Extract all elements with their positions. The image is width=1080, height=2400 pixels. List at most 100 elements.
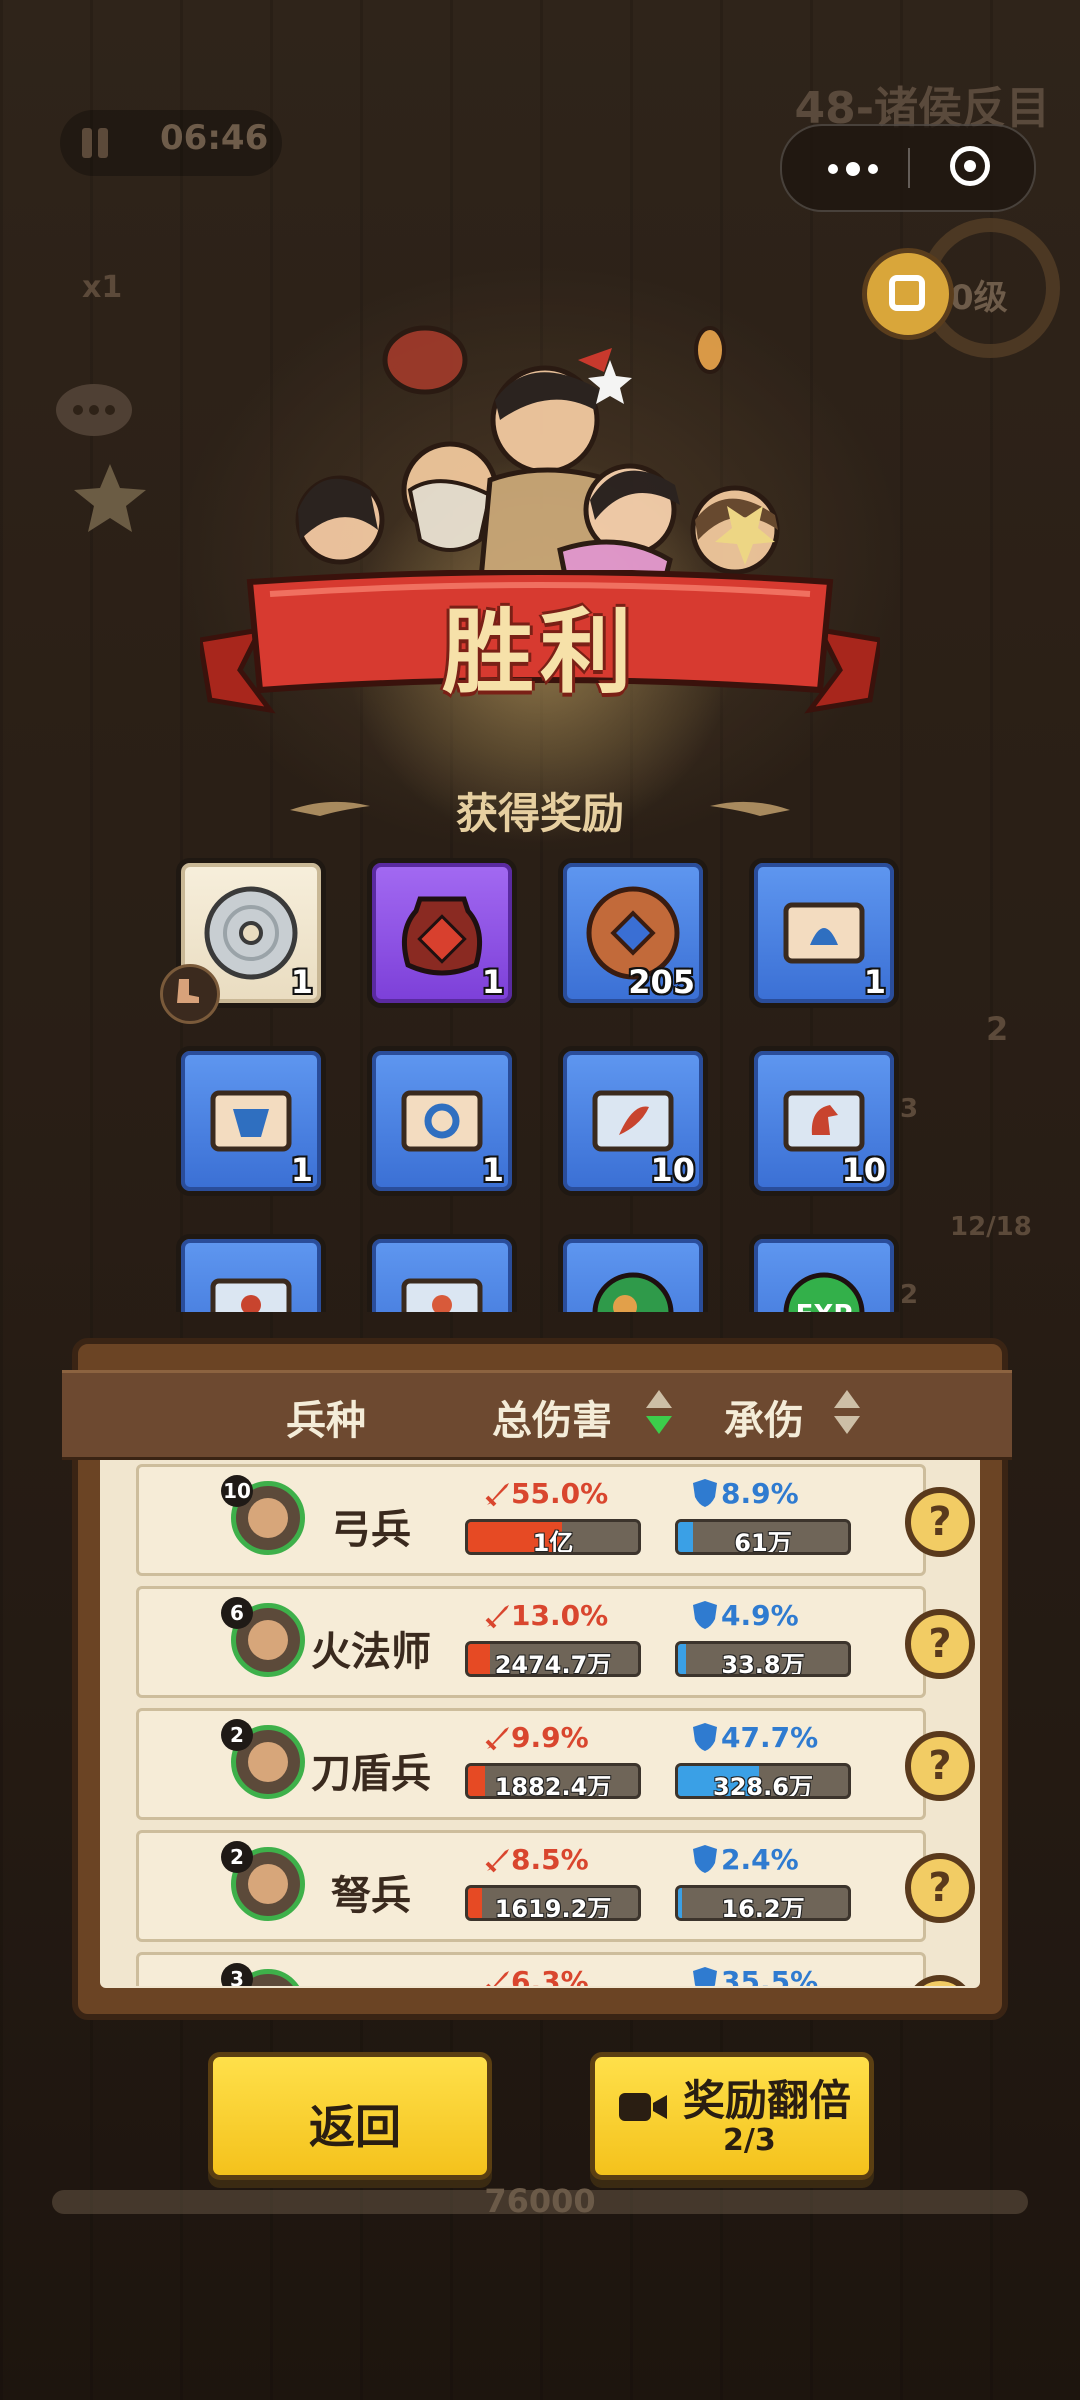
unit-detail-help-icon[interactable]: ? bbox=[905, 1731, 975, 1801]
unit-stat-row: 2 弩兵 8.5% 1619.2万 2.4% 16.2万? bbox=[136, 1830, 975, 1942]
wine-jar-icon bbox=[401, 896, 483, 976]
taken-value: 16.2万 bbox=[721, 1895, 805, 1921]
damage-bar: 1亿 bbox=[465, 1519, 641, 1555]
shield-icon bbox=[693, 1845, 717, 1873]
damage-value: 1882.4万 bbox=[494, 1773, 612, 1799]
damage-percent: 6.3% bbox=[511, 1965, 589, 1986]
reward-item[interactable] bbox=[367, 1234, 517, 1312]
reward-count: 10 bbox=[650, 1151, 695, 1189]
battle-timer: 06:46 bbox=[160, 118, 269, 158]
damage-bar: 2474.7万 bbox=[465, 1641, 641, 1677]
scroll-flower-icon bbox=[401, 1278, 483, 1312]
reward-count: 10 bbox=[841, 1151, 886, 1189]
unit-stat-row: 2 刀盾兵 9.9% 1882.4万 47.7% 328.6万? bbox=[136, 1708, 975, 1820]
reward-item[interactable]: 1 bbox=[367, 1046, 517, 1196]
shield-icon bbox=[693, 1967, 717, 1986]
close-miniprogram-icon[interactable] bbox=[950, 146, 990, 186]
star-icon bbox=[74, 464, 146, 532]
reward-item[interactable] bbox=[176, 1234, 326, 1312]
damage-value: 1亿 bbox=[532, 1529, 574, 1555]
unit-name: 弓兵 bbox=[331, 1507, 411, 1553]
damage-percent: 9.9% bbox=[511, 1721, 589, 1754]
svg-text:EXP: EXP bbox=[796, 1300, 853, 1312]
sort-damage-icon[interactable] bbox=[642, 1390, 676, 1440]
level-badge: 0级 bbox=[950, 278, 1008, 318]
unit-stat-row: 3 6.3% 35.5%? bbox=[136, 1952, 975, 1986]
reward-grid[interactable]: 1 1 205 1 1 1 10 10 EXP bbox=[160, 850, 920, 1312]
taken-percent: 35.5% bbox=[721, 1965, 819, 1986]
return-button[interactable]: 返回 bbox=[208, 2052, 492, 2180]
taken-bar: 16.2万 bbox=[675, 1885, 851, 1921]
progress-value: 76000 bbox=[484, 2182, 596, 2220]
double-reward-label: 奖励翻倍 bbox=[683, 2076, 852, 2125]
scroll-red-icon bbox=[210, 1278, 292, 1312]
taken-bar: 61万 bbox=[675, 1519, 851, 1555]
reward-item[interactable]: 1 bbox=[749, 858, 899, 1008]
troop-count: 12/18 bbox=[950, 1212, 1032, 1242]
reward-item[interactable]: 205 bbox=[558, 858, 708, 1008]
unit-level-badge: 6 bbox=[221, 1597, 253, 1629]
return-label: 返回 bbox=[309, 2100, 401, 2154]
reward-item[interactable]: 10 bbox=[558, 1046, 708, 1196]
shield-icon bbox=[693, 1479, 717, 1507]
unit-detail-help-icon[interactable]: ? bbox=[905, 1853, 975, 1923]
damage-percent: 55.0% bbox=[511, 1477, 609, 1510]
unit-stat-row: 6 火法师 13.0% 2474.7万 4.9% 33.8万? bbox=[136, 1586, 975, 1698]
scroll-ring-icon bbox=[401, 1090, 483, 1152]
rewards-title: 获得奖励 bbox=[455, 789, 624, 838]
unit-stat-row: 10 弓兵 55.0% 1亿 8.9% 61万? bbox=[136, 1464, 975, 1576]
double-reward-button[interactable]: 奖励翻倍 2/3 bbox=[590, 2052, 874, 2180]
unit-detail-help-icon[interactable]: ? bbox=[905, 1487, 975, 1557]
taken-percent: 47.7% bbox=[721, 1721, 819, 1754]
sword-icon bbox=[485, 1605, 509, 1629]
taken-value: 33.8万 bbox=[721, 1651, 805, 1677]
taken-percent: 2.4% bbox=[721, 1843, 799, 1876]
unit-detail-help-icon[interactable]: ? bbox=[905, 1975, 975, 1986]
sword-icon bbox=[485, 1727, 509, 1751]
boot-badge-icon bbox=[160, 964, 220, 1024]
damage-percent: 13.0% bbox=[511, 1599, 609, 1632]
jade-disc-icon bbox=[204, 886, 298, 980]
reward-item[interactable] bbox=[558, 1234, 708, 1312]
ornament-right-icon bbox=[710, 801, 790, 816]
unit-level-badge: 10 bbox=[221, 1475, 253, 1507]
taken-value: 61万 bbox=[734, 1529, 792, 1555]
unit-level-badge: 3 bbox=[221, 1963, 253, 1986]
reward-item[interactable]: EXP bbox=[749, 1234, 899, 1312]
stats-list[interactable]: 10 弓兵 55.0% 1亿 8.9% 61万? 6 火法师 13.0% 2474.7万 4.9% 3… bbox=[96, 1456, 984, 1986]
damage-bar: 1619.2万 bbox=[465, 1885, 641, 1921]
exp-orb-icon: EXP bbox=[783, 1272, 865, 1312]
scroll-armor-icon bbox=[210, 1090, 292, 1152]
header-unit: 兵种 bbox=[286, 1398, 366, 1444]
header-total-damage[interactable]: 总伤害 bbox=[492, 1388, 612, 1446]
speed-toggle[interactable]: x1 bbox=[82, 270, 122, 305]
reward-count: 1 bbox=[863, 963, 886, 1001]
victory-title: 胜利 bbox=[441, 599, 638, 706]
unit-detail-help-icon[interactable]: ? bbox=[905, 1609, 975, 1679]
shield-icon bbox=[693, 1601, 717, 1629]
reward-item[interactable]: 1 bbox=[176, 1046, 326, 1196]
unit-name: 弩兵 bbox=[331, 1873, 411, 1919]
header-damage-taken[interactable]: 承伤 bbox=[724, 1388, 804, 1446]
sort-taken-icon[interactable] bbox=[830, 1390, 864, 1440]
taken-percent: 4.9% bbox=[721, 1599, 799, 1632]
reward-item[interactable]: 10 bbox=[749, 1046, 899, 1196]
damage-value: 2474.7万 bbox=[494, 1651, 612, 1677]
reward-count: 1 bbox=[481, 963, 504, 1001]
sword-icon bbox=[485, 1849, 509, 1873]
capsule-divider bbox=[908, 148, 910, 188]
reward-item[interactable]: 1 bbox=[367, 858, 517, 1008]
shield-icon bbox=[693, 1723, 717, 1751]
reward-count: 1 bbox=[481, 1151, 504, 1189]
damage-value: 1619.2万 bbox=[494, 1895, 612, 1921]
video-camera-icon bbox=[619, 2093, 667, 2121]
taken-percent: 8.9% bbox=[721, 1477, 799, 1510]
green-orb-icon bbox=[592, 1272, 674, 1312]
more-menu-icon[interactable] bbox=[822, 152, 882, 182]
taken-value: 328.6万 bbox=[713, 1773, 813, 1799]
sword-icon bbox=[485, 1483, 509, 1507]
unit-level-badge: 2 bbox=[221, 1841, 253, 1873]
reward-count: 1 bbox=[290, 1151, 313, 1189]
unit-name: 火法师 bbox=[311, 1629, 431, 1675]
pause-icon[interactable] bbox=[72, 120, 118, 166]
